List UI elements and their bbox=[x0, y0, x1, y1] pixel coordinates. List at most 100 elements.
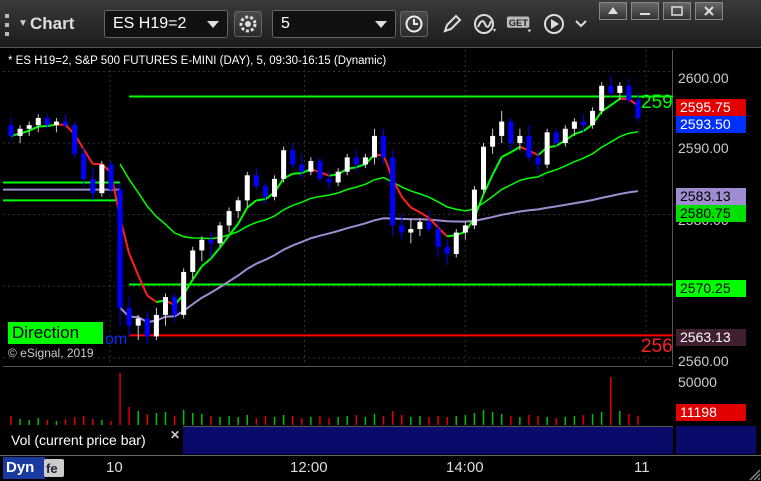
candle-up bbox=[417, 221, 423, 229]
draw-tools-button[interactable] bbox=[438, 11, 466, 37]
candle-up bbox=[26, 125, 32, 129]
candle-down bbox=[126, 307, 132, 326]
level-badge: 2563.13 bbox=[676, 329, 746, 346]
fast-ema-segment bbox=[610, 97, 621, 107]
candle-up bbox=[362, 157, 368, 165]
vwap-line bbox=[119, 190, 639, 324]
candle-up bbox=[517, 135, 523, 144]
studies-button[interactable] bbox=[472, 11, 500, 37]
dropdown-arrow-icon[interactable]: ▼ bbox=[18, 18, 28, 29]
candle-down bbox=[626, 85, 632, 101]
symbol-value: ES H19=2 bbox=[113, 15, 187, 32]
candle-up bbox=[226, 211, 232, 226]
candle-up bbox=[17, 128, 23, 136]
ema-badge: 2580.75 bbox=[676, 205, 746, 222]
price-chart[interactable] bbox=[3, 50, 673, 365]
candle-up bbox=[453, 232, 459, 255]
candle-down bbox=[63, 121, 69, 126]
chart-legend: * ES H19=2, S&P 500 FUTURES E-MINI (DAY)… bbox=[8, 55, 387, 67]
link-settings-button[interactable] bbox=[234, 11, 262, 37]
candle-down bbox=[426, 221, 432, 229]
symbol-combobox[interactable]: ES H19=2 bbox=[104, 10, 228, 38]
price-tick: 2590.00 bbox=[678, 140, 729, 156]
candle-up bbox=[190, 250, 196, 272]
price-badge: 2593.50 bbox=[676, 116, 746, 133]
fe-icon[interactable]: fe bbox=[44, 459, 64, 477]
direction-label: Direction bbox=[8, 322, 103, 344]
vwap-badge: 2583.13 bbox=[676, 188, 746, 205]
candle-up bbox=[53, 121, 59, 126]
candle-up bbox=[371, 135, 377, 158]
volume-pane[interactable] bbox=[3, 366, 673, 426]
arrow-up-icon bbox=[608, 7, 618, 14]
resize-grip-icon[interactable] bbox=[745, 465, 761, 481]
candle-up bbox=[590, 110, 596, 126]
candle-down bbox=[326, 178, 332, 183]
interval-combobox[interactable]: 5 bbox=[272, 10, 396, 38]
volume-chart[interactable] bbox=[3, 367, 673, 427]
candle-down bbox=[108, 164, 114, 190]
volume-tick: 50000 bbox=[678, 374, 717, 390]
clock-icon bbox=[405, 15, 423, 33]
candle-down bbox=[290, 150, 296, 165]
minimize-icon bbox=[640, 13, 650, 15]
window-collapse-button[interactable] bbox=[599, 2, 627, 20]
candle-down bbox=[208, 239, 214, 244]
window-close-button[interactable] bbox=[695, 2, 723, 20]
price-chart-area[interactable] bbox=[3, 50, 673, 365]
candle-up bbox=[335, 171, 341, 183]
candle-down bbox=[553, 132, 559, 144]
candle-up bbox=[571, 121, 577, 129]
chevron-down-icon bbox=[375, 21, 387, 28]
candle-up bbox=[281, 150, 287, 179]
candle-up bbox=[544, 132, 550, 165]
candle-up bbox=[308, 160, 314, 172]
candle-down bbox=[8, 125, 14, 136]
candle-up bbox=[599, 85, 605, 111]
candle-down bbox=[381, 135, 387, 158]
partial-label: om bbox=[105, 331, 128, 348]
fast-ema-segment bbox=[246, 199, 257, 209]
candle-down bbox=[172, 296, 178, 315]
candle-down bbox=[317, 160, 323, 179]
fast-ema-segment bbox=[410, 206, 421, 214]
candle-down bbox=[90, 178, 96, 194]
chevron-down-icon bbox=[575, 20, 587, 28]
price-tick: 2600.00 bbox=[678, 70, 729, 86]
play-icon bbox=[544, 14, 564, 34]
fast-ema-segment bbox=[419, 211, 430, 219]
play-button[interactable] bbox=[540, 11, 568, 37]
candle-down bbox=[635, 100, 641, 119]
time-tick: 12:00 bbox=[290, 459, 328, 476]
candle-up bbox=[490, 135, 496, 147]
candle-down bbox=[253, 175, 259, 187]
candle-down bbox=[390, 157, 396, 226]
close-study-icon[interactable]: ✕ bbox=[170, 428, 180, 442]
candle-up bbox=[135, 318, 141, 326]
fast-ema-segment bbox=[510, 146, 521, 154]
fast-ema-segment bbox=[491, 156, 503, 176]
last-price-badge: 2595.75 bbox=[676, 99, 746, 116]
candle-down bbox=[117, 189, 123, 308]
chevron-down-icon bbox=[207, 21, 219, 28]
more-button[interactable] bbox=[572, 11, 590, 37]
candle-up bbox=[35, 118, 41, 126]
window-minimize-button[interactable] bbox=[631, 2, 659, 20]
time-template-button[interactable] bbox=[400, 11, 428, 37]
candle-up bbox=[408, 228, 414, 233]
level-label-top: 259 bbox=[641, 92, 673, 113]
window-maximize-button[interactable] bbox=[663, 2, 691, 20]
candle-up bbox=[235, 200, 241, 212]
get-data-button[interactable]: GET bbox=[506, 11, 534, 37]
dynamic-button[interactable]: Dyn bbox=[3, 457, 45, 479]
fast-ema-segment bbox=[574, 130, 584, 135]
candle-up bbox=[272, 178, 278, 197]
grip-icon[interactable] bbox=[5, 14, 13, 36]
svg-text:fe: fe bbox=[46, 461, 58, 476]
fast-ema-segment bbox=[201, 257, 212, 268]
svg-text:GET: GET bbox=[509, 18, 528, 28]
candle-up bbox=[462, 225, 468, 233]
window-title: ▼ Chart bbox=[18, 14, 74, 34]
level-badge: 2570.25 bbox=[676, 280, 746, 297]
candle-down bbox=[72, 125, 78, 154]
